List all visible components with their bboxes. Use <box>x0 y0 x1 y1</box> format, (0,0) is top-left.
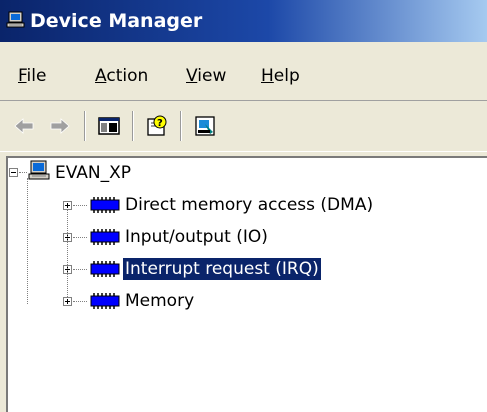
tree-connector <box>19 172 27 174</box>
menu-file[interactable]: File <box>18 66 46 86</box>
menu-view-label: iew <box>197 66 227 86</box>
tree-connector <box>73 237 87 239</box>
menu-action-mnemonic: A <box>95 66 107 86</box>
hardware-chip-icon <box>90 229 120 245</box>
menu-help-mnemonic: H <box>261 66 274 86</box>
hardware-chip-icon <box>90 293 120 309</box>
properties-icon[interactable] <box>191 112 219 140</box>
tree-connector <box>73 269 87 271</box>
menu-bar: File Action View Help <box>0 42 487 101</box>
help-icon[interactable]: ? <box>143 112 171 140</box>
tree-item-memory[interactable]: Memory <box>125 290 194 312</box>
tree-root-label[interactable]: EVAN_XP <box>55 162 131 184</box>
toolbar-separator <box>84 111 86 141</box>
tree-item-io[interactable]: Input/output (IO) <box>125 226 268 248</box>
toolbar: ? <box>0 101 487 152</box>
tree-connector <box>67 210 69 297</box>
tree-connector <box>73 301 87 303</box>
menu-file-mnemonic: F <box>18 66 27 86</box>
menu-help-label: elp <box>273 66 300 86</box>
tree-item-dma[interactable]: Direct memory access (DMA) <box>125 194 373 216</box>
forward-arrow-icon[interactable] <box>46 112 74 140</box>
computer-icon <box>28 160 50 180</box>
device-manager-window: Device Manager File Action View Help ? E… <box>0 0 487 412</box>
toolbar-separator <box>180 111 182 141</box>
window-title: Device Manager <box>30 10 203 32</box>
tree-connector <box>73 205 87 207</box>
back-arrow-icon[interactable] <box>10 112 38 140</box>
expand-dma-button[interactable] <box>63 201 72 210</box>
menu-help[interactable]: Help <box>261 66 300 86</box>
svg-text:?: ? <box>157 118 163 129</box>
menu-action[interactable]: Action <box>95 66 148 86</box>
menu-file-label: ile <box>26 66 47 86</box>
menu-action-label: ction <box>106 66 149 86</box>
menu-view[interactable]: View <box>186 66 226 86</box>
toolbar-separator <box>132 111 134 141</box>
tree-item-irq[interactable]: Interrupt request (IRQ) <box>122 257 322 281</box>
tree-connector <box>27 178 29 304</box>
title-bar[interactable]: Device Manager <box>0 0 487 42</box>
expand-memory-button[interactable] <box>63 297 72 306</box>
hardware-chip-icon <box>90 197 120 213</box>
device-tree[interactable]: EVAN_XP Direct memory access (DMA) Input… <box>6 156 487 412</box>
menu-view-mnemonic: V <box>186 66 198 86</box>
collapse-root-button[interactable] <box>9 168 18 177</box>
hardware-chip-icon <box>90 261 120 277</box>
show-hide-console-tree-icon[interactable] <box>95 112 123 140</box>
computer-icon <box>6 11 25 28</box>
